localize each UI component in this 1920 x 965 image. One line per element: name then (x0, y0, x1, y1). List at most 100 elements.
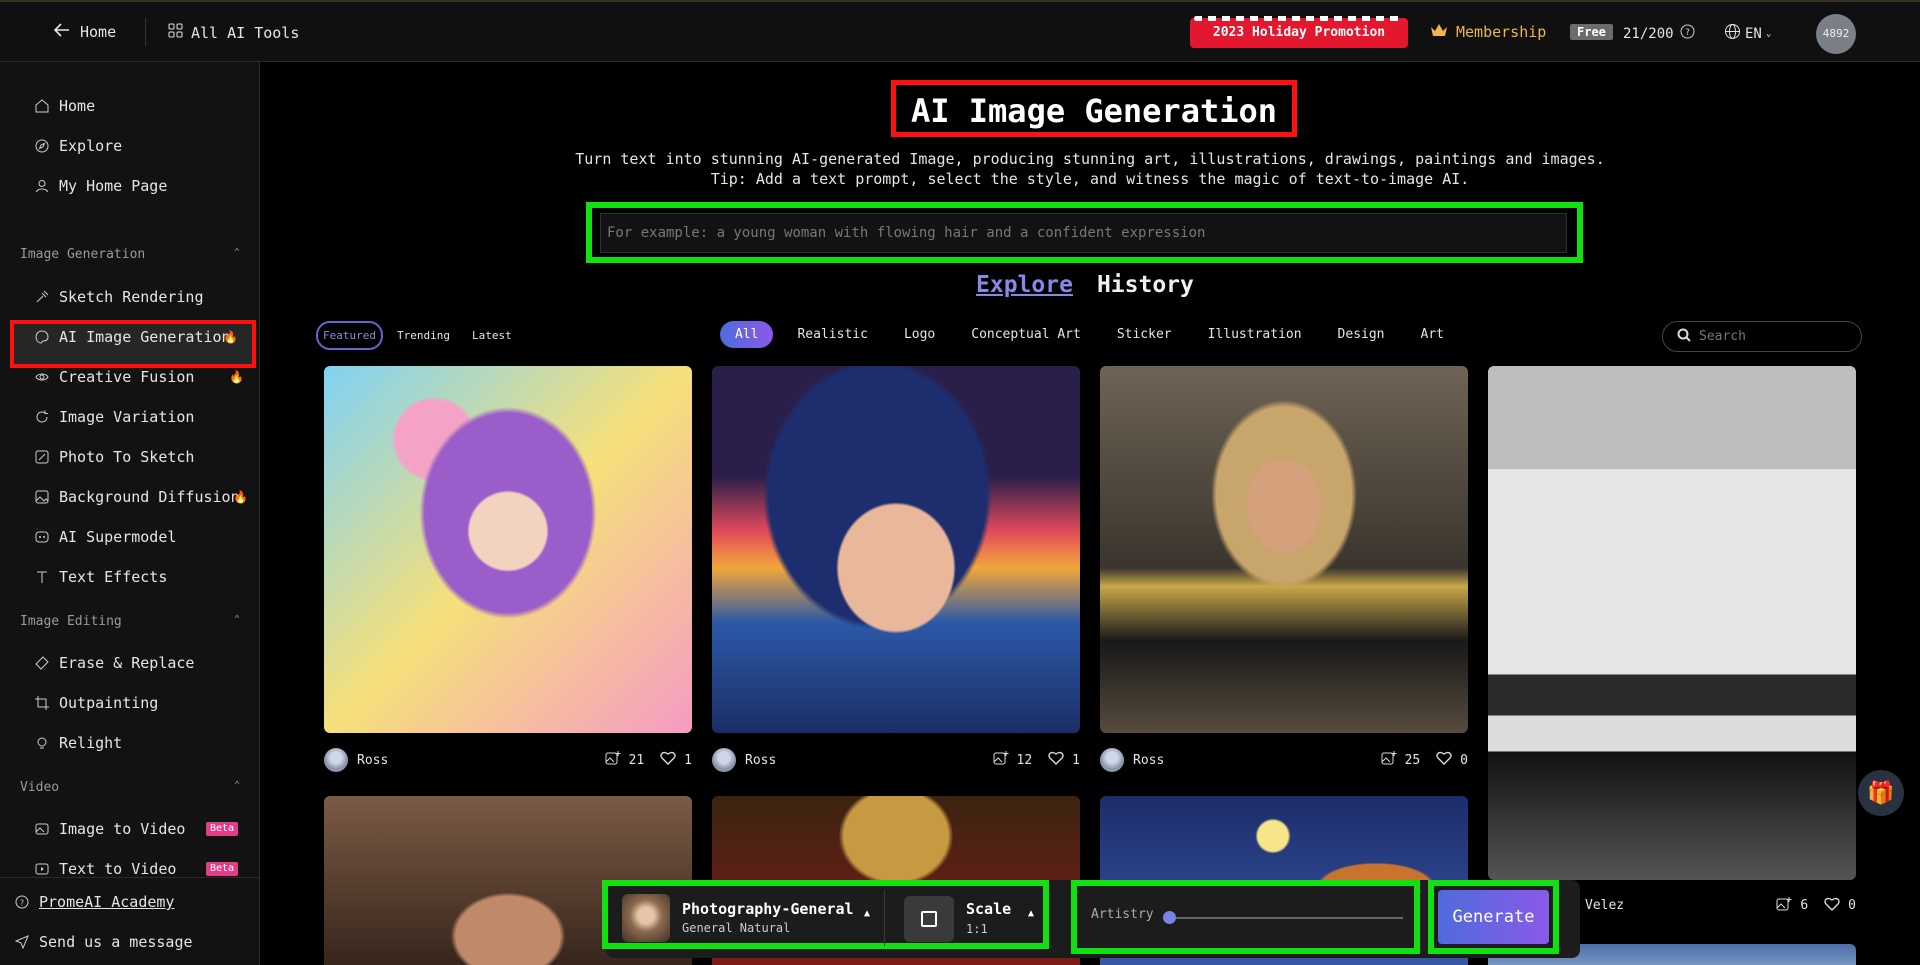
fire-icon: 🔥 (229, 370, 244, 384)
membership-label: Membership (1456, 23, 1547, 41)
sidebar-item-label: Sketch Rendering (59, 288, 204, 306)
prompt-input[interactable]: For example: a young woman with flowing … (600, 213, 1567, 253)
membership-link[interactable]: Membership (1430, 23, 1546, 41)
style-name[interactable]: Photography-General (682, 900, 854, 918)
generate-button[interactable]: Generate (1438, 890, 1549, 944)
artistry-slider-handle[interactable] (1163, 911, 1176, 924)
sidebar-item-explore[interactable]: Explore (34, 134, 244, 158)
house-icon (34, 99, 49, 114)
scale-label[interactable]: Scale (966, 900, 1011, 918)
tab-explore[interactable]: Explore (976, 272, 1073, 298)
sidebar-item-relight[interactable]: Relight (34, 731, 244, 755)
category-all[interactable]: All (720, 321, 774, 348)
sidebar-item-background-diffusion[interactable]: Background Diffusion 🔥 (34, 485, 248, 509)
category-conceptual-art[interactable]: Conceptual Art (953, 321, 1099, 348)
brush-icon (34, 290, 49, 305)
sidebar-item-image-variation[interactable]: Image Variation (34, 405, 244, 429)
category-sticker[interactable]: Sticker (1099, 321, 1190, 348)
use-count: 12 (1016, 752, 1033, 768)
holiday-promotion-button[interactable]: 2023 Holiday Promotion (1190, 16, 1408, 48)
compass-icon (34, 139, 49, 154)
author-name[interactable]: Ross (745, 753, 776, 768)
sidebar-item-label: Image Variation (59, 408, 195, 426)
sidebar-item-my-home-page[interactable]: My Home Page (34, 174, 244, 198)
heart-icon[interactable] (1824, 897, 1840, 915)
eye-icon (34, 370, 49, 385)
sort-featured[interactable]: Featured (316, 321, 383, 350)
send-icon (14, 935, 29, 950)
page-subtitle: Turn text into stunning AI-generated Ima… (575, 150, 1605, 168)
sidebar-item-erase-replace[interactable]: Erase & Replace (34, 651, 244, 675)
heart-icon[interactable] (1048, 751, 1064, 769)
credit-quota: 21/200 ? (1623, 24, 1695, 43)
language-selector[interactable]: EN ⌄ (1724, 23, 1771, 44)
gallery-search-input[interactable]: Search (1662, 321, 1862, 352)
sort-trending[interactable]: Trending (389, 323, 458, 348)
aspect-ratio-icon[interactable] (904, 896, 954, 942)
sidebar-item-sketch-rendering[interactable]: Sketch Rendering (34, 285, 244, 309)
sidebar-item-label: Explore (59, 137, 123, 155)
use-count: 21 (628, 752, 645, 768)
gallery-image[interactable] (1488, 366, 1856, 880)
image-plus-icon[interactable] (1776, 896, 1792, 916)
user-avatar[interactable]: 4892 (1816, 14, 1856, 54)
card-stats: 6 0 (1776, 896, 1856, 916)
author-name[interactable]: Velez (1585, 898, 1624, 913)
home-link[interactable]: Home (53, 23, 116, 41)
prompt-highlight: For example: a young woman with flowing … (586, 202, 1583, 263)
video-icon (34, 862, 49, 877)
tab-history[interactable]: History (1097, 272, 1194, 298)
gift-icon[interactable]: 🎁 (1858, 770, 1904, 816)
gallery-image[interactable] (712, 366, 1080, 733)
page-title: AI Image Generation (910, 92, 1278, 130)
sidebar-item-creative-fusion[interactable]: Creative Fusion 🔥 (34, 365, 244, 389)
academy-link[interactable]: ? PromeAI Academy (14, 890, 224, 914)
category-design[interactable]: Design (1320, 321, 1403, 348)
sort-latest[interactable]: Latest (464, 323, 520, 348)
generate-highlight: Generate (1428, 880, 1559, 954)
sidebar-item-label: AI Supermodel (59, 528, 177, 546)
sidebar-item-label: Photo To Sketch (59, 448, 195, 466)
sidebar-item-label: Erase & Replace (59, 654, 195, 672)
sidebar-item-photo-to-sketch[interactable]: Photo To Sketch (34, 445, 244, 469)
image-plus-icon[interactable] (993, 750, 1009, 770)
category-art[interactable]: Art (1403, 321, 1462, 348)
sidebar-item-ai-image-generation[interactable]: AI Image Generation 🔥 (34, 325, 244, 349)
heart-icon[interactable] (660, 751, 676, 769)
send-message-link[interactable]: Send us a message (14, 930, 224, 954)
main-tabs: Explore History (976, 272, 1194, 298)
sidebar-item-home[interactable]: Home (34, 94, 244, 118)
sidebar-item-outpainting[interactable]: Outpainting (34, 691, 244, 715)
all-ai-tools-link[interactable]: All AI Tools (168, 23, 299, 42)
gallery-image[interactable] (1100, 366, 1468, 733)
sidebar-item-text-effects[interactable]: Text Effects (34, 565, 244, 589)
style-thumbnail[interactable] (622, 894, 670, 942)
author-name[interactable]: Ross (357, 753, 388, 768)
robot-icon (34, 530, 49, 545)
sidebar-item-ai-supermodel[interactable]: AI Supermodel (34, 525, 244, 549)
image-plus-icon[interactable] (605, 750, 621, 770)
use-count: 25 (1404, 752, 1421, 768)
card-meta: Velez 6 0 (1585, 896, 1856, 916)
image-plus-icon[interactable] (1381, 750, 1397, 770)
style-subtitle: General Natural (682, 921, 791, 935)
heart-icon[interactable] (1436, 751, 1452, 769)
page-tip: Tip: Add a text prompt, select the style… (710, 170, 1470, 188)
section-video[interactable]: Video ⌃ (20, 780, 240, 795)
help-icon[interactable]: ? (1680, 24, 1695, 43)
sidebar-item-image-to-video[interactable]: Image to Video Beta (34, 817, 244, 841)
caret-up-icon[interactable]: ▲ (1028, 908, 1034, 919)
category-logo[interactable]: Logo (886, 321, 953, 348)
author-avatar (324, 748, 348, 772)
card-stats: 25 0 (1381, 750, 1468, 770)
author-name[interactable]: Ross (1133, 753, 1164, 768)
section-image-editing[interactable]: Image Editing ⌃ (20, 614, 240, 629)
gallery-image[interactable] (324, 366, 692, 733)
section-image-generation[interactable]: Image Generation ⌃ (20, 247, 240, 262)
card-meta: Ross 25 0 (1100, 748, 1468, 772)
sort-filters: Featured Trending Latest (316, 321, 520, 350)
artistry-slider-track[interactable] (1165, 917, 1403, 919)
caret-up-icon[interactable]: ▲ (864, 908, 870, 919)
category-illustration[interactable]: Illustration (1190, 321, 1320, 348)
category-realistic[interactable]: Realistic (779, 321, 885, 348)
